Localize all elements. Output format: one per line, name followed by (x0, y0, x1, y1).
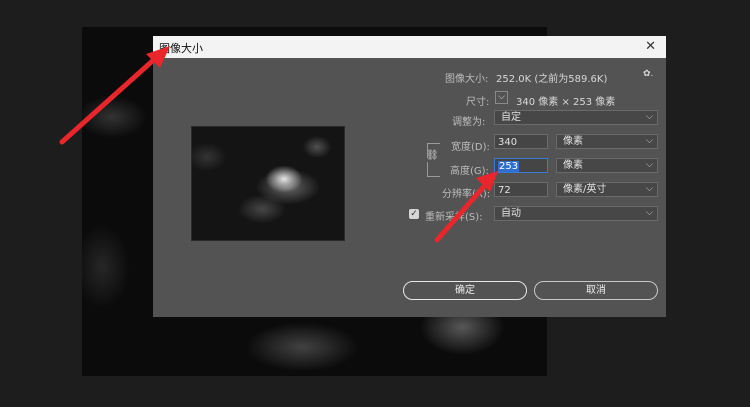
fit-to-label: 调整为: (452, 117, 486, 128)
fit-to-value: 自定 (501, 112, 521, 123)
chevron-down-icon[interactable]: ⌵ (495, 91, 508, 104)
height-label: 高度(G): (450, 166, 489, 177)
width-value: 340 (498, 137, 518, 148)
height-input[interactable]: 253 (494, 158, 548, 173)
ok-button[interactable]: 确定 (403, 281, 527, 300)
chevron-down-icon: ⌵ (646, 112, 653, 122)
dimensions-label: 尺寸: (466, 97, 490, 108)
image-preview (191, 126, 345, 241)
chevron-down-icon: ⌵ (646, 136, 653, 146)
height-value: 253 (498, 161, 520, 172)
fit-to-dropdown[interactable]: 自定 ⌵ (494, 110, 658, 125)
height-unit-value: 像素 (563, 160, 583, 171)
resample-label: 重新采样(S): (425, 212, 483, 223)
chevron-down-icon: ⌵ (646, 160, 653, 170)
image-size-dialog: 图像大小 ✕ 图像大小: 252.0K (之前为589.6K) ✿. 尺寸: ⌵… (153, 36, 666, 317)
chevron-down-icon: ⌵ (646, 208, 653, 218)
resample-value: 自动 (501, 208, 521, 219)
resolution-input[interactable]: 72 (494, 182, 548, 197)
close-icon[interactable]: ✕ (645, 39, 656, 54)
link-icon[interactable]: ⛓ (426, 150, 439, 161)
image-size-label: 图像大小: (445, 74, 489, 85)
width-unit-dropdown[interactable]: 像素 ⌵ (556, 134, 658, 149)
width-input[interactable]: 340 (494, 134, 548, 149)
resolution-label: 分辨率(R): (442, 189, 491, 200)
link-bracket-bottom (427, 162, 440, 177)
cancel-button[interactable]: 取消 (534, 281, 658, 300)
resolution-unit-dropdown[interactable]: 像素/英寸 ⌵ (556, 182, 658, 197)
resample-dropdown[interactable]: 自动 ⌵ (494, 206, 658, 221)
width-unit-value: 像素 (563, 136, 583, 147)
resolution-unit-value: 像素/英寸 (563, 184, 607, 195)
image-size-value: 252.0K (之前为589.6K) (496, 74, 608, 85)
gear-icon[interactable]: ✿. (643, 69, 653, 79)
height-unit-dropdown[interactable]: 像素 ⌵ (556, 158, 658, 173)
resample-checkbox[interactable]: ✓ (409, 209, 419, 219)
dimensions-value: 340 像素 × 253 像素 (516, 97, 616, 108)
dialog-title: 图像大小 (159, 42, 203, 55)
chevron-down-icon: ⌵ (646, 184, 653, 194)
width-label: 宽度(D): (451, 142, 490, 153)
resolution-value: 72 (498, 185, 511, 196)
dialog-titlebar: 图像大小 ✕ (153, 36, 666, 58)
